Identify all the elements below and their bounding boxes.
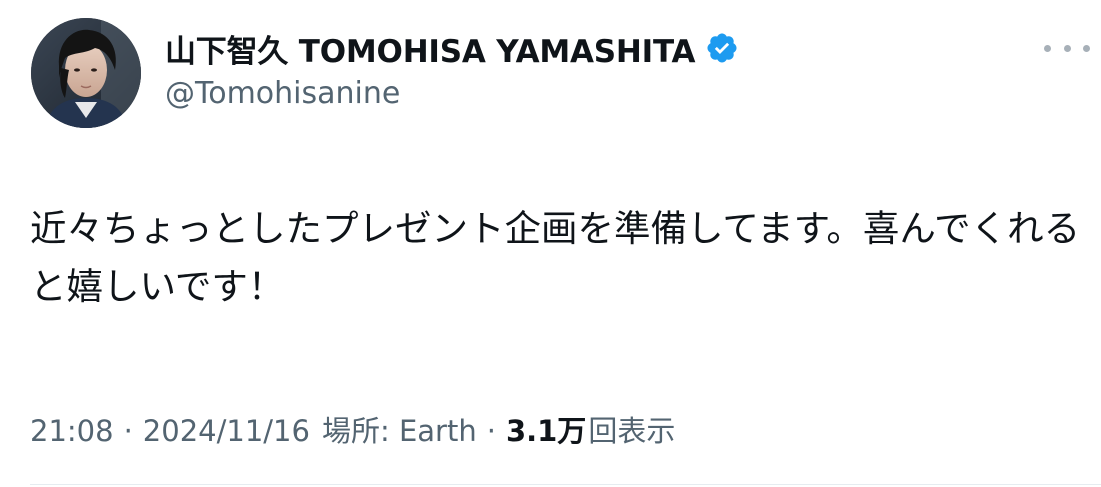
tweet-text: 近々ちょっとしたプレゼント企画を準備してます。喜んでくれると嬉しいです！	[30, 207, 1081, 308]
more-options-button[interactable]	[1044, 34, 1090, 62]
tweet-location: 場所: Earth	[321, 414, 477, 448]
author-handle[interactable]: @Tomohisanine	[165, 76, 400, 111]
display-name-text[interactable]: 山下智久 TOMOHISA YAMASHITA	[165, 26, 696, 71]
avatar[interactable]	[31, 18, 141, 128]
profile-photo-icon	[31, 18, 141, 128]
dot-icon	[1083, 44, 1090, 52]
tweet-meta: 21:08 · 2024/11/16 場所: Earth · 3.1万 回表示	[30, 408, 675, 450]
tweet-time[interactable]: 21:08	[30, 414, 114, 448]
tweet-card: 山下智久 TOMOHISA YAMASHITA @Tomohisanine 近々…	[0, 0, 1101, 487]
tweet-date[interactable]: 2024/11/16	[143, 414, 310, 448]
author-display-name[interactable]: 山下智久 TOMOHISA YAMASHITA	[165, 26, 739, 70]
views-count[interactable]: 3.1万	[506, 408, 586, 450]
meta-separator: ·	[486, 414, 496, 448]
dot-icon	[1044, 44, 1051, 52]
verified-badge-icon[interactable]	[705, 31, 739, 65]
divider	[30, 484, 1101, 485]
views-label[interactable]: 回表示	[588, 408, 675, 450]
meta-separator: ·	[123, 414, 133, 448]
dot-icon	[1063, 44, 1071, 52]
